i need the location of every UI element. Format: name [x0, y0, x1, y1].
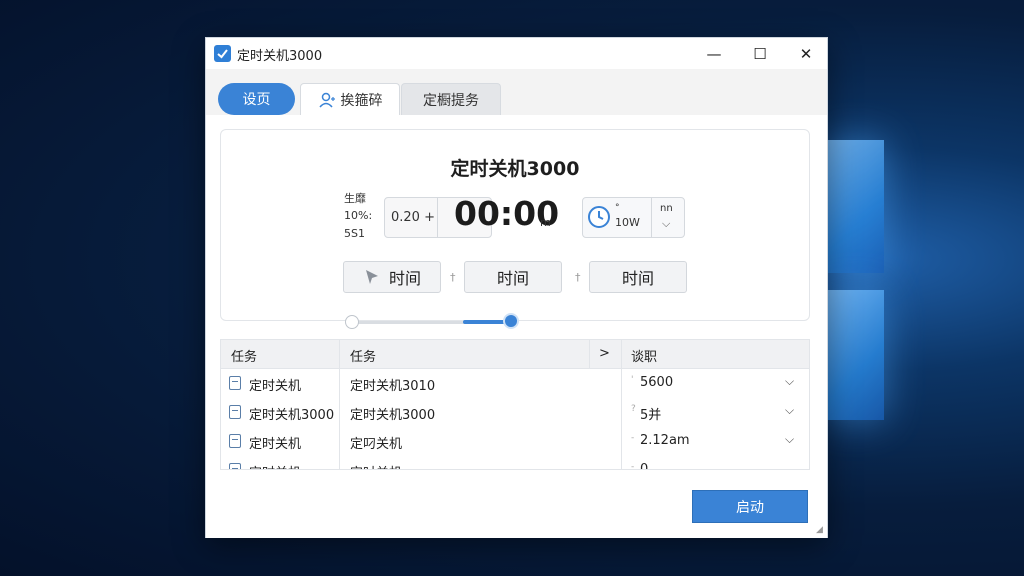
time-button-3[interactable]: 时间: [589, 261, 687, 293]
logo-pane-top: [826, 140, 884, 273]
mouse-cursor-icon: [363, 267, 383, 287]
clock-divider: [651, 198, 652, 237]
user-icon: [318, 91, 336, 109]
content-area: 定时关机3000 生靡 10%: 5S1 0.20 + 00:00 m ° 10…: [206, 115, 827, 538]
row-name: 定叼关机: [350, 437, 403, 452]
time-slider[interactable]: [345, 315, 517, 331]
tab-user-label: 挨箍碎: [340, 92, 383, 109]
time-button-2[interactable]: 时间: [464, 261, 562, 293]
app-window: 定时关机3000 — ☐ ✕ 设页 挨箍碎 定橱提务 定时关机3000 生靡 1…: [205, 37, 828, 538]
title-bar: 定时关机3000 — ☐ ✕: [206, 38, 827, 69]
row-mark: ': [631, 375, 634, 385]
desktop-windows-logo: [826, 140, 1024, 440]
slider-thumb[interactable]: [505, 315, 517, 327]
timer-panel: 定时关机3000 生靡 10%: 5S1 0.20 + 00:00 m ° 10…: [220, 129, 810, 329]
table-row[interactable]: 定时关机 定时关机3010 ' 5600 ⌵: [221, 369, 809, 398]
table-row[interactable]: 定时关机3000 定时关机3000 ? 5并 ⌵: [221, 398, 809, 427]
countdown-unit: m: [540, 216, 551, 229]
separator-1: †: [450, 271, 456, 284]
stepper-value: 0.20 +: [391, 210, 435, 225]
column-divider: [589, 340, 590, 368]
row-mark: -: [631, 462, 635, 470]
slider-fill: [463, 320, 507, 324]
close-button[interactable]: ✕: [783, 38, 829, 69]
minimize-button[interactable]: —: [691, 38, 737, 69]
clock-value: 10W: [615, 216, 640, 229]
tab-user[interactable]: 挨箍碎: [300, 83, 400, 115]
table-header: 任务 任务 > 谈职: [221, 340, 809, 369]
clock-value-top: °: [615, 203, 620, 213]
chevron-down-icon[interactable]: ⌵: [785, 432, 794, 447]
chevron-down-icon[interactable]: ⌵: [785, 374, 794, 389]
tab-home[interactable]: 设页: [218, 83, 295, 115]
row-name: 定时关机3000: [350, 408, 436, 423]
row-mark: -: [631, 433, 635, 443]
row-checkbox[interactable]: [229, 463, 241, 469]
chevron-down-icon[interactable]: ⌵: [662, 217, 670, 231]
time-button-1[interactable]: 时间: [343, 261, 441, 293]
row-checkbox[interactable]: [229, 376, 241, 390]
logo-pane-bottom: [826, 290, 884, 420]
clock-selector[interactable]: ° 10W nn ⌵: [582, 197, 685, 238]
panel-title: 定时关机3000: [450, 158, 580, 180]
clock-icon: [587, 205, 611, 229]
row-value: 2.12am: [640, 433, 690, 448]
window-title: 定时关机3000: [237, 49, 323, 64]
header-value[interactable]: 谈职: [631, 346, 657, 365]
stepper-divider: [437, 198, 438, 237]
row-mark: ?: [631, 404, 636, 414]
table-row[interactable]: 定时关机 定吋关机 - 0: [221, 456, 809, 470]
clock-unit: nn: [660, 203, 673, 214]
row-value: 0: [640, 462, 649, 470]
app-check-icon: [214, 45, 231, 62]
row-task: 定时关机: [249, 437, 302, 452]
row-task: 定时关机: [249, 462, 301, 469]
side-label-2: 10%:: [344, 209, 373, 222]
row-value: 5并: [640, 408, 662, 423]
row-task: 定时关机3000: [249, 408, 335, 423]
tab-tasks[interactable]: 定橱提务: [401, 83, 501, 115]
slider-start-handle[interactable]: [345, 315, 359, 329]
header-task-2[interactable]: 任务: [350, 346, 376, 365]
separator-2: †: [575, 271, 581, 284]
header-arrow[interactable]: >: [599, 346, 610, 361]
row-name: 定吋关机: [350, 462, 402, 469]
start-button[interactable]: 启动: [692, 490, 808, 523]
row-value: 5600: [640, 375, 674, 390]
side-label-1: 生靡: [344, 192, 366, 205]
time-button-1-label: 时间: [388, 269, 421, 288]
row-checkbox[interactable]: [229, 434, 241, 448]
row-task: 定时关机: [249, 379, 302, 394]
resize-grip-icon[interactable]: ◢: [816, 525, 823, 535]
row-checkbox[interactable]: [229, 405, 241, 419]
task-table: 任务 任务 > 谈职 定时关机 定时关机3010 ' 5600 ⌵ 定时关机30…: [220, 339, 810, 470]
maximize-button[interactable]: ☐: [737, 38, 783, 69]
side-label-3: 5S1: [344, 227, 365, 240]
header-task[interactable]: 任务: [231, 346, 257, 365]
chevron-down-icon[interactable]: ⌵: [785, 403, 794, 418]
row-name: 定时关机3010: [350, 379, 436, 394]
table-row[interactable]: 定时关机 定叼关机 - 2.12am ⌵: [221, 427, 809, 456]
